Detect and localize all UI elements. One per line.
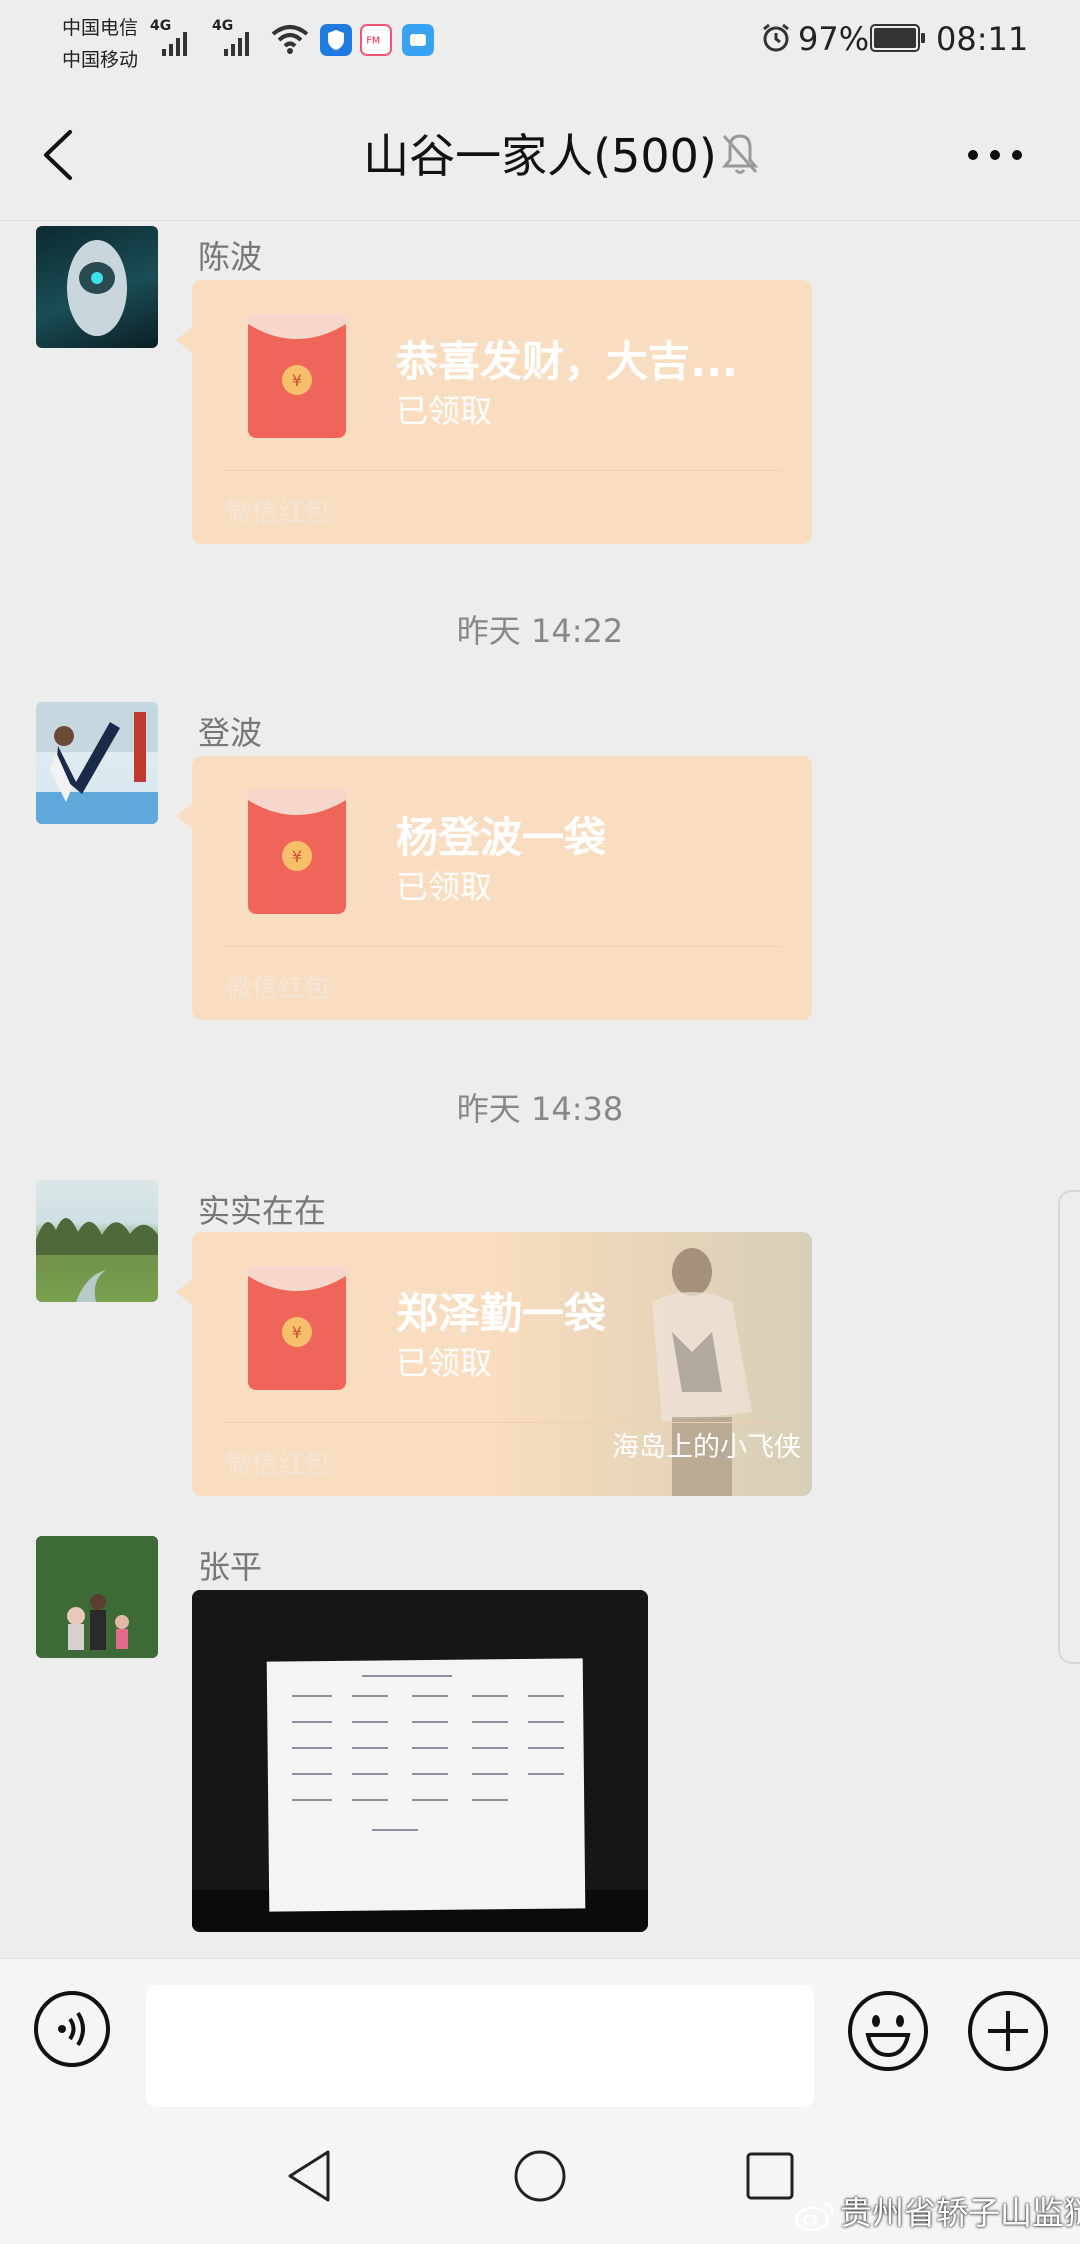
- red-packet-message[interactable]: ¥ 恭喜发财，大吉... 已领取 微信红包: [192, 280, 812, 544]
- red-packet-footer: 微信红包: [226, 498, 331, 528]
- bell-off-icon: [721, 134, 759, 174]
- avatar[interactable]: [36, 702, 158, 824]
- red-packet-footer: 微信红包: [226, 1450, 331, 1480]
- more-dots-icon: [968, 150, 978, 160]
- more-button[interactable]: [960, 140, 1030, 170]
- message-app-icon: [402, 24, 434, 56]
- red-packet-title: 杨登波一袋: [396, 813, 607, 862]
- divider: [224, 946, 780, 947]
- timestamp: 昨天 14:22: [456, 612, 624, 650]
- status-bar: 中国电信 中国移动 4G 4G FM 97% 08:11: [0, 0, 1080, 90]
- image-message[interactable]: [192, 1590, 648, 1932]
- timestamp: 昨天 14:38: [456, 1090, 624, 1128]
- voice-icon[interactable]: [32, 1989, 112, 2069]
- red-packet-icon: ¥: [248, 314, 346, 438]
- red-packet-icon: ¥: [248, 790, 346, 914]
- wifi-icon: [271, 25, 309, 54]
- carrier-label-1: 中国电信: [62, 17, 139, 39]
- red-packet-message[interactable]: ¥ 郑泽勤一袋 已领取 微信红包 海岛上的小飞侠: [192, 1232, 812, 1496]
- avatar[interactable]: [36, 1536, 158, 1658]
- red-packet-status: 已领取: [396, 868, 493, 906]
- red-packet-footer: 微信红包: [226, 974, 331, 1004]
- plus-icon[interactable]: [966, 1989, 1050, 2073]
- input-bar: [0, 1958, 1080, 2109]
- sender-name: 登波: [198, 714, 263, 752]
- red-packet-title: 恭喜发财，大吉...: [396, 337, 738, 386]
- nav-back-icon[interactable]: [284, 2148, 334, 2204]
- sender-name: 实实在在: [198, 1192, 327, 1230]
- handwritten-letter-image: [192, 1590, 648, 1932]
- clock: 08:11: [936, 20, 1029, 58]
- battery-percent: 97%: [798, 20, 870, 58]
- weibo-logo-icon: [794, 2201, 834, 2231]
- svg-text:¥: ¥: [292, 1323, 302, 1342]
- chat-header: 山谷一家人(500): [0, 90, 1080, 221]
- svg-text:¥: ¥: [292, 371, 302, 390]
- watermark-text: 贵州省轿子山监狱: [840, 2194, 1080, 2232]
- svg-text:¥: ¥: [292, 847, 302, 866]
- red-packet-status: 已领取: [396, 392, 493, 430]
- nav-home-icon[interactable]: [512, 2148, 568, 2204]
- red-packet-cover-label: 海岛上的小飞侠: [612, 1432, 801, 1463]
- divider: [224, 1422, 780, 1423]
- page-title: 山谷一家人(500): [363, 129, 717, 183]
- sender-name: 张平: [198, 1548, 263, 1586]
- emoji-icon[interactable]: [846, 1989, 930, 2073]
- red-packet-icon: ¥: [248, 1266, 346, 1390]
- divider: [224, 470, 780, 471]
- watermark: 贵州省轿子山监狱: [794, 2188, 1080, 2234]
- message-input[interactable]: [146, 1985, 814, 2107]
- system-nav-bar: 贵州省轿子山监狱: [0, 2108, 1080, 2244]
- shield-app-icon: [320, 24, 352, 56]
- red-packet-title: 郑泽勤一袋: [396, 1289, 607, 1338]
- red-packet-message[interactable]: ¥ 杨登波一袋 已领取 微信红包: [192, 756, 812, 1020]
- avatar[interactable]: [36, 226, 158, 348]
- carrier-label-2: 中国移动: [62, 49, 139, 71]
- red-packet-status: 已领取: [396, 1344, 493, 1382]
- scrollbar[interactable]: [1058, 1190, 1080, 1664]
- alarm-icon: [763, 23, 789, 52]
- fm-app-icon: FM: [360, 24, 392, 56]
- svg-text:FM: FM: [366, 36, 380, 47]
- avatar[interactable]: [36, 1180, 158, 1302]
- sender-name: 陈波: [198, 238, 263, 276]
- nav-recent-icon[interactable]: [744, 2150, 796, 2202]
- battery-icon: [870, 24, 925, 52]
- carrier-info: 中国电信 中国移动: [62, 12, 138, 76]
